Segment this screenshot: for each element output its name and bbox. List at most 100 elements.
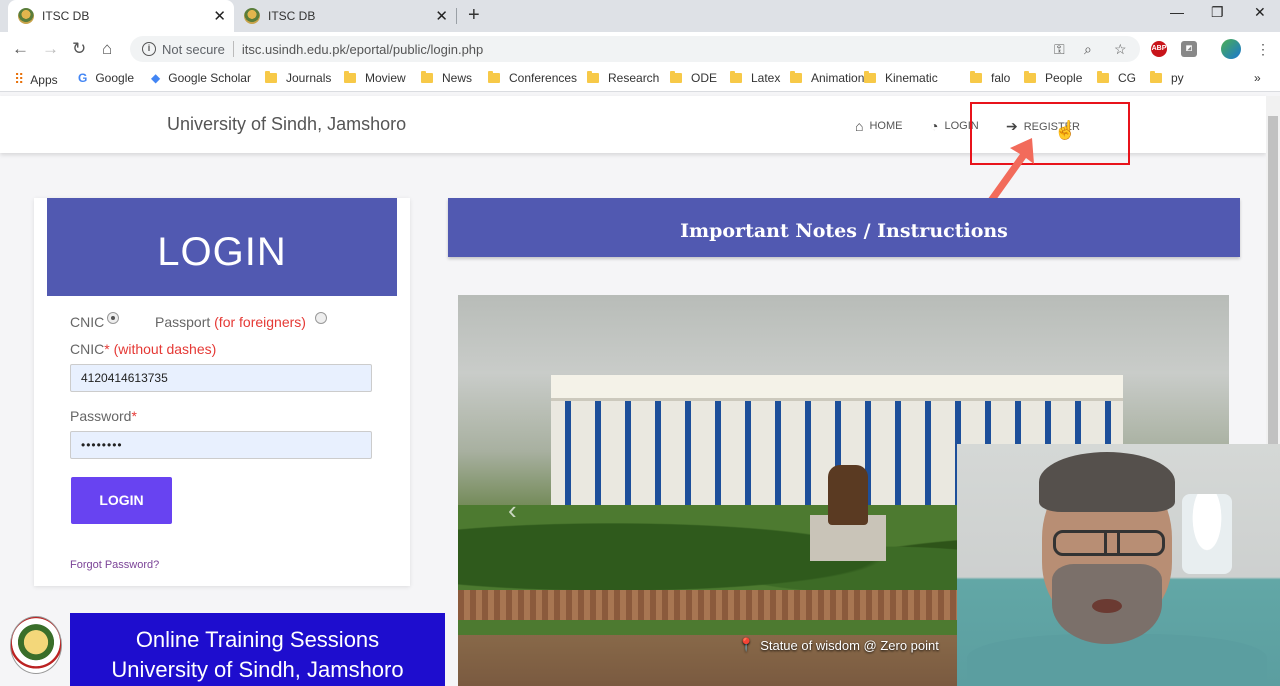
radio-cnic[interactable] bbox=[107, 312, 119, 324]
profile-avatar[interactable] bbox=[1221, 39, 1241, 59]
nav-home-label: HOME bbox=[869, 120, 903, 132]
map-pin-icon: 📍 bbox=[738, 637, 755, 652]
carousel-prev-icon[interactable]: ‹ bbox=[508, 495, 517, 526]
background-lamp bbox=[1182, 494, 1232, 574]
tab-divider bbox=[456, 8, 457, 24]
password-required-mark: * bbox=[131, 408, 137, 424]
bookmark-moview[interactable]: Moview bbox=[344, 71, 406, 85]
browser-toolbar: ← → ↻ ⌂ i Not secure itsc.usindh.edu.pk/… bbox=[0, 32, 1280, 66]
bookmark-google[interactable]: G Google bbox=[78, 71, 134, 85]
webcam-overlay bbox=[957, 444, 1280, 686]
site-favicon-icon bbox=[244, 8, 260, 24]
zoom-icon[interactable]: ⌕ bbox=[1084, 41, 1092, 58]
presenter-glasses bbox=[1053, 530, 1165, 556]
reload-icon[interactable]: ↻ bbox=[72, 39, 86, 59]
nav-home[interactable]: ⌂ HOME bbox=[855, 118, 902, 134]
key-icon[interactable]: ⚿ bbox=[1054, 41, 1065, 58]
back-icon[interactable]: ← bbox=[12, 39, 29, 59]
login-card: LOGIN CNIC Passport (for foreigners) CNI… bbox=[34, 198, 410, 586]
login-submit-button[interactable]: LOGIN bbox=[71, 477, 172, 524]
browser-tab-active[interactable]: ITSC DB ✕ bbox=[8, 0, 234, 32]
address-divider bbox=[232, 41, 234, 57]
home-icon[interactable]: ⌂ bbox=[102, 39, 112, 59]
folder-icon bbox=[1150, 71, 1162, 83]
carousel-caption: 📍 Statue of wisdom @ Zero point bbox=[738, 637, 939, 653]
login-heading: LOGIN bbox=[47, 198, 397, 296]
cnic-input[interactable]: 4120414613735 bbox=[70, 364, 372, 392]
bookmark-label: Apps bbox=[30, 72, 58, 87]
tab-close-icon[interactable]: ✕ bbox=[435, 7, 448, 25]
folder-icon bbox=[730, 71, 742, 83]
browser-tab-inactive[interactable]: ITSC DB ✕ bbox=[234, 0, 456, 32]
notes-heading: Important Notes / Instructions bbox=[448, 198, 1240, 257]
folder-icon bbox=[1097, 71, 1109, 83]
bookmark-label: Conferences bbox=[509, 71, 578, 85]
mouse-cursor-icon: ☝ bbox=[1054, 120, 1077, 140]
cnic-label-text: CNIC bbox=[70, 341, 105, 357]
info-icon[interactable]: i bbox=[142, 42, 156, 56]
bookmark-latex[interactable]: Latex bbox=[730, 71, 780, 85]
radio-cnic-label[interactable]: CNIC bbox=[70, 314, 104, 330]
google-icon: G bbox=[78, 71, 88, 85]
tab-title: ITSC DB bbox=[42, 9, 90, 23]
password-label: Password* bbox=[70, 408, 137, 424]
cnic-required-mark: * bbox=[104, 341, 110, 357]
cnic-label: CNIC* (without dashes) bbox=[70, 341, 216, 357]
browser-tab-bar: ITSC DB ✕ ITSC DB ✕ + — ❐ ✕ bbox=[0, 0, 1280, 32]
bookmark-ode[interactable]: ODE bbox=[670, 71, 717, 85]
training-line-1: Online Training Sessions bbox=[135, 627, 380, 652]
training-line-2: University of Sindh, Jamshoro bbox=[111, 657, 404, 682]
security-label: Not secure bbox=[162, 41, 225, 57]
university-seal-logo bbox=[10, 616, 62, 674]
bookmarks-overflow-icon[interactable]: » bbox=[1254, 71, 1261, 85]
site-brand[interactable]: University of Sindh, Jamshoro bbox=[167, 114, 406, 135]
forgot-password-link[interactable]: Forgot Password? bbox=[70, 559, 159, 571]
bookmark-falo[interactable]: falo bbox=[970, 71, 1010, 85]
statue-image bbox=[828, 465, 868, 525]
window-close-icon[interactable]: ✕ bbox=[1254, 4, 1266, 21]
radio-passport-label[interactable]: Passport (for foreigners) bbox=[155, 314, 306, 330]
bookmark-people[interactable]: People bbox=[1024, 71, 1082, 85]
password-label-text: Password bbox=[70, 408, 132, 424]
building-roof bbox=[551, 375, 1123, 401]
bookmark-news[interactable]: News bbox=[421, 71, 472, 85]
bookmark-conferences[interactable]: Conferences bbox=[488, 71, 577, 85]
bookmark-label: Google Scholar bbox=[168, 71, 251, 85]
bookmark-label: Animation bbox=[811, 71, 865, 85]
bookmark-label: News bbox=[442, 71, 473, 85]
bookmark-label: Moview bbox=[365, 71, 406, 85]
bookmark-cg[interactable]: CG bbox=[1097, 71, 1136, 85]
bookmark-apps[interactable]: ⠿ Apps bbox=[14, 71, 58, 88]
bookmark-label: Latex bbox=[751, 71, 781, 85]
dashboard-icon: ◔ bbox=[930, 118, 939, 134]
bookmark-py[interactable]: py bbox=[1150, 71, 1184, 85]
radio-passport[interactable] bbox=[315, 312, 327, 324]
bookmark-journals[interactable]: Journals bbox=[265, 71, 331, 85]
new-tab-icon[interactable]: + bbox=[468, 4, 480, 27]
bookmark-label: Google bbox=[95, 71, 135, 85]
password-input[interactable]: •••••••• bbox=[70, 431, 372, 459]
adblock-plus-icon[interactable]: ABP bbox=[1151, 41, 1167, 57]
bookmark-star-icon[interactable]: ☆ bbox=[1114, 41, 1127, 58]
extension-icon[interactable]: ◩ bbox=[1181, 41, 1197, 57]
bookmark-label: ODE bbox=[691, 71, 718, 85]
bookmark-label: Journals bbox=[286, 71, 332, 85]
forward-icon[interactable]: → bbox=[42, 39, 59, 59]
bookmark-label: py bbox=[1171, 71, 1184, 85]
minimize-icon[interactable]: — bbox=[1170, 4, 1184, 20]
tab-close-icon[interactable]: ✕ bbox=[213, 7, 226, 25]
presenter-mouth bbox=[1092, 599, 1122, 613]
folder-icon bbox=[670, 71, 682, 83]
bookmarks-bar: ⠿ Apps G Google ◆ Google Scholar Journals Movie… bbox=[0, 66, 1280, 92]
radio-passport-note: (for foreigners) bbox=[214, 314, 306, 330]
address-bar[interactable]: i Not secure itsc.usindh.edu.pk/eportal/… bbox=[130, 36, 1140, 62]
url-text[interactable]: itsc.usindh.edu.pk/eportal/public/login.… bbox=[242, 42, 483, 57]
maximize-icon[interactable]: ❐ bbox=[1211, 4, 1224, 21]
menu-icon[interactable]: ⋮ bbox=[1256, 41, 1270, 58]
bookmark-animation[interactable]: Animation bbox=[790, 71, 864, 85]
online-training-banner[interactable]: Online Training Sessions University of S… bbox=[70, 613, 445, 686]
bookmark-label: Kinematic bbox=[885, 71, 938, 85]
bookmark-google-scholar[interactable]: ◆ Google Scholar bbox=[151, 71, 251, 85]
bookmark-kinematic[interactable]: Kinematic bbox=[864, 71, 938, 85]
bookmark-research[interactable]: Research bbox=[587, 71, 659, 85]
